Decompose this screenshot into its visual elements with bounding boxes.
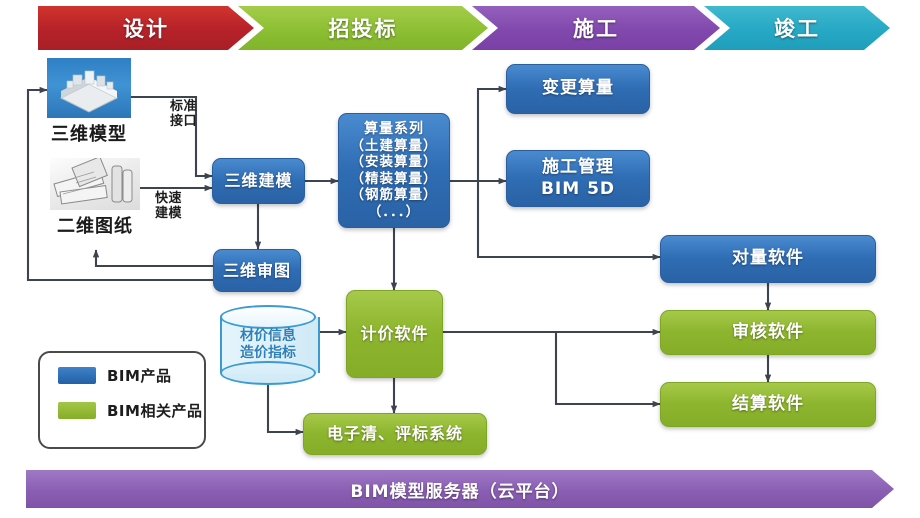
- node-construction-management[interactable]: 施工管理 BIM 5D: [506, 150, 650, 207]
- node-label: 计价软件: [360, 324, 429, 343]
- phase-arrow-completion[interactable]: 竣工: [704, 6, 890, 50]
- phase-arrow-construction[interactable]: 施工: [472, 6, 720, 50]
- node-pricing-software[interactable]: 计价软件: [346, 290, 443, 378]
- node-3d-modeling[interactable]: 三维建模: [212, 158, 305, 204]
- legend-item-bim-related-product: BIM相关产品: [58, 400, 204, 421]
- node-price-database[interactable]: 材价信息 造价指标: [220, 305, 320, 385]
- node-bidding-evaluation-system[interactable]: 电子清、评标系统: [303, 413, 487, 455]
- series-item-4: （．．．）: [367, 203, 421, 220]
- legend-item-bim-product: BIM产品: [58, 365, 204, 386]
- phase-label: 招投标: [328, 17, 398, 41]
- node-label: 对量软件: [732, 248, 804, 269]
- node-title: 算量系列: [364, 120, 424, 137]
- diagram-canvas: 设计 招投标 施工 竣工 三维模型 二维图纸 标准 接口 快速 建模 三维建模 …: [0, 0, 920, 518]
- phase-label: 设计: [123, 17, 169, 41]
- blueprint-rolls-icon: [50, 158, 140, 210]
- node-label: 三维审图: [222, 260, 291, 280]
- source-2d-drawing: 二维图纸: [50, 158, 140, 237]
- legend-label: BIM产品: [107, 367, 172, 385]
- node-settlement-software[interactable]: 结算软件: [660, 382, 876, 427]
- legend-label: BIM相关产品: [107, 402, 203, 420]
- node-label: 三维建模: [224, 171, 293, 190]
- source-label: 三维模型: [51, 124, 127, 145]
- phase-label: 施工: [573, 17, 619, 41]
- source-3d-model: 三维模型: [47, 58, 131, 145]
- series-item-2: （精装算量）: [350, 170, 438, 187]
- database-label: 材价信息 造价指标: [220, 305, 316, 385]
- node-quantity-series[interactable]: 算量系列 （土建算量） （安装算量） （精装算量） （钢筋算量） （．．．）: [338, 113, 450, 228]
- phase-arrow-bidding[interactable]: 招投标: [238, 6, 488, 50]
- source-label: 二维图纸: [57, 216, 133, 237]
- footer-server-bar[interactable]: BIM模型服务器（云平台）: [26, 470, 894, 508]
- building-3d-model-icon: [47, 58, 131, 118]
- node-label: 变更算量: [542, 78, 614, 99]
- edge-label-rapid-modeling: 快速 建模: [155, 191, 183, 221]
- node-label-line1: 施工管理: [542, 157, 614, 178]
- edge-label-standard-interface: 标准 接口: [170, 99, 198, 129]
- node-audit-software[interactable]: 审核软件: [660, 310, 876, 355]
- legend-box: BIM产品 BIM相关产品: [38, 351, 206, 449]
- database-label-line1: 材价信息: [240, 327, 296, 344]
- node-quantity-check-software[interactable]: 对量软件: [660, 235, 876, 283]
- series-item-1: （安装算量）: [350, 154, 438, 171]
- node-change-quantity[interactable]: 变更算量: [506, 64, 650, 114]
- phase-arrow-bar: 设计 招投标 施工 竣工: [38, 6, 890, 50]
- series-item-0: （土建算量）: [350, 137, 438, 154]
- database-label-line2: 造价指标: [240, 345, 296, 361]
- phase-label: 竣工: [774, 17, 820, 41]
- node-3d-review[interactable]: 三维审图: [213, 249, 301, 292]
- node-label: 电子清、评标系统: [326, 424, 463, 443]
- series-item-3: （钢筋算量）: [350, 187, 438, 204]
- node-label-line2: BIM 5D: [540, 178, 616, 199]
- legend-swatch-blue: [58, 367, 96, 384]
- phase-arrow-design[interactable]: 设计: [38, 6, 254, 50]
- node-label: 审核软件: [732, 321, 804, 342]
- footer-label: BIM模型服务器（云平台）: [350, 481, 570, 502]
- node-label: 结算软件: [732, 393, 804, 414]
- legend-swatch-green: [58, 402, 96, 419]
